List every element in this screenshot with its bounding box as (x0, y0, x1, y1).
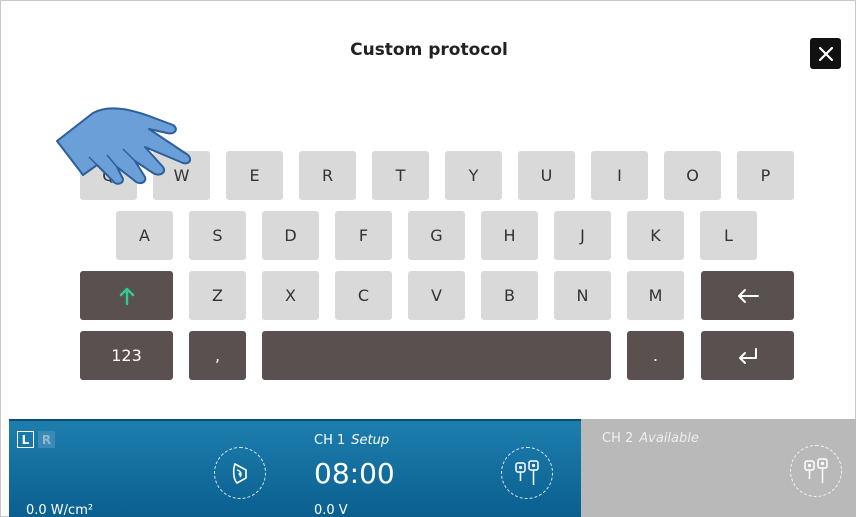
custom-protocol-screen: Custom protocol Q W E R T Y U I O P A S … (0, 0, 856, 517)
comma-key[interactable]: , (189, 331, 246, 380)
key-u[interactable]: U (518, 151, 575, 200)
numbers-key[interactable]: 123 (80, 331, 173, 380)
channel-1-label: CH 1 Setup (314, 433, 389, 448)
key-l[interactable]: L (700, 211, 757, 260)
space-key[interactable] (262, 331, 611, 380)
timer-display: 08:00 (314, 457, 395, 490)
electrode-button-ch1[interactable] (501, 447, 553, 499)
electrodes-icon (515, 460, 539, 485)
key-j[interactable]: J (554, 211, 611, 260)
power-density-readout: 0.0 W/cm² (26, 503, 94, 517)
channel-2-label: CH 2 Available (602, 431, 699, 446)
voltage-readout: 0.0 V (314, 503, 348, 517)
key-v[interactable]: V (408, 271, 465, 320)
backspace-key[interactable] (701, 271, 794, 320)
key-e[interactable]: E (226, 151, 283, 200)
electrodes-icon (804, 458, 828, 483)
electrode-button-ch2[interactable] (790, 445, 842, 497)
key-c[interactable]: C (335, 271, 392, 320)
key-i[interactable]: I (591, 151, 648, 200)
period-key[interactable]: . (627, 331, 684, 380)
right-badge[interactable]: R (38, 431, 55, 448)
shift-key[interactable] (80, 271, 173, 320)
key-k[interactable]: K (627, 211, 684, 260)
close-icon (818, 46, 833, 61)
key-y[interactable]: Y (445, 151, 502, 200)
key-o[interactable]: O (664, 151, 721, 200)
channel-2-panel[interactable]: CH 2 Available (581, 419, 856, 517)
enter-key[interactable] (701, 331, 794, 380)
left-badge[interactable]: L (17, 431, 34, 448)
channel-2-state: Available (639, 431, 699, 446)
key-f[interactable]: F (335, 211, 392, 260)
enter-icon (738, 347, 757, 364)
arrow-up-icon (119, 287, 134, 305)
applicator-button[interactable] (214, 447, 266, 499)
key-a[interactable]: A (116, 211, 173, 260)
key-t[interactable]: T (372, 151, 429, 200)
key-z[interactable]: Z (189, 271, 246, 320)
channel-2-name: CH 2 (602, 431, 634, 446)
arrow-left-icon (737, 288, 759, 303)
key-n[interactable]: N (554, 271, 611, 320)
key-d[interactable]: D (262, 211, 319, 260)
channel-1-panel[interactable]: L R CH 1 Setup 08:00 0.0 W/cm² 0.0 V (9, 419, 581, 517)
key-x[interactable]: X (262, 271, 319, 320)
pointing-hand-icon (56, 107, 191, 185)
key-g[interactable]: G (408, 211, 465, 260)
channel-1-name: CH 1 (314, 433, 346, 448)
applicator-icon (232, 462, 247, 484)
close-button[interactable] (810, 38, 841, 69)
key-h[interactable]: H (481, 211, 538, 260)
page-title: Custom protocol (350, 40, 508, 60)
key-r[interactable]: R (299, 151, 356, 200)
channel-1-state: Setup (351, 433, 390, 448)
key-s[interactable]: S (189, 211, 246, 260)
key-m[interactable]: M (627, 271, 684, 320)
key-p[interactable]: P (737, 151, 794, 200)
key-b[interactable]: B (481, 271, 538, 320)
